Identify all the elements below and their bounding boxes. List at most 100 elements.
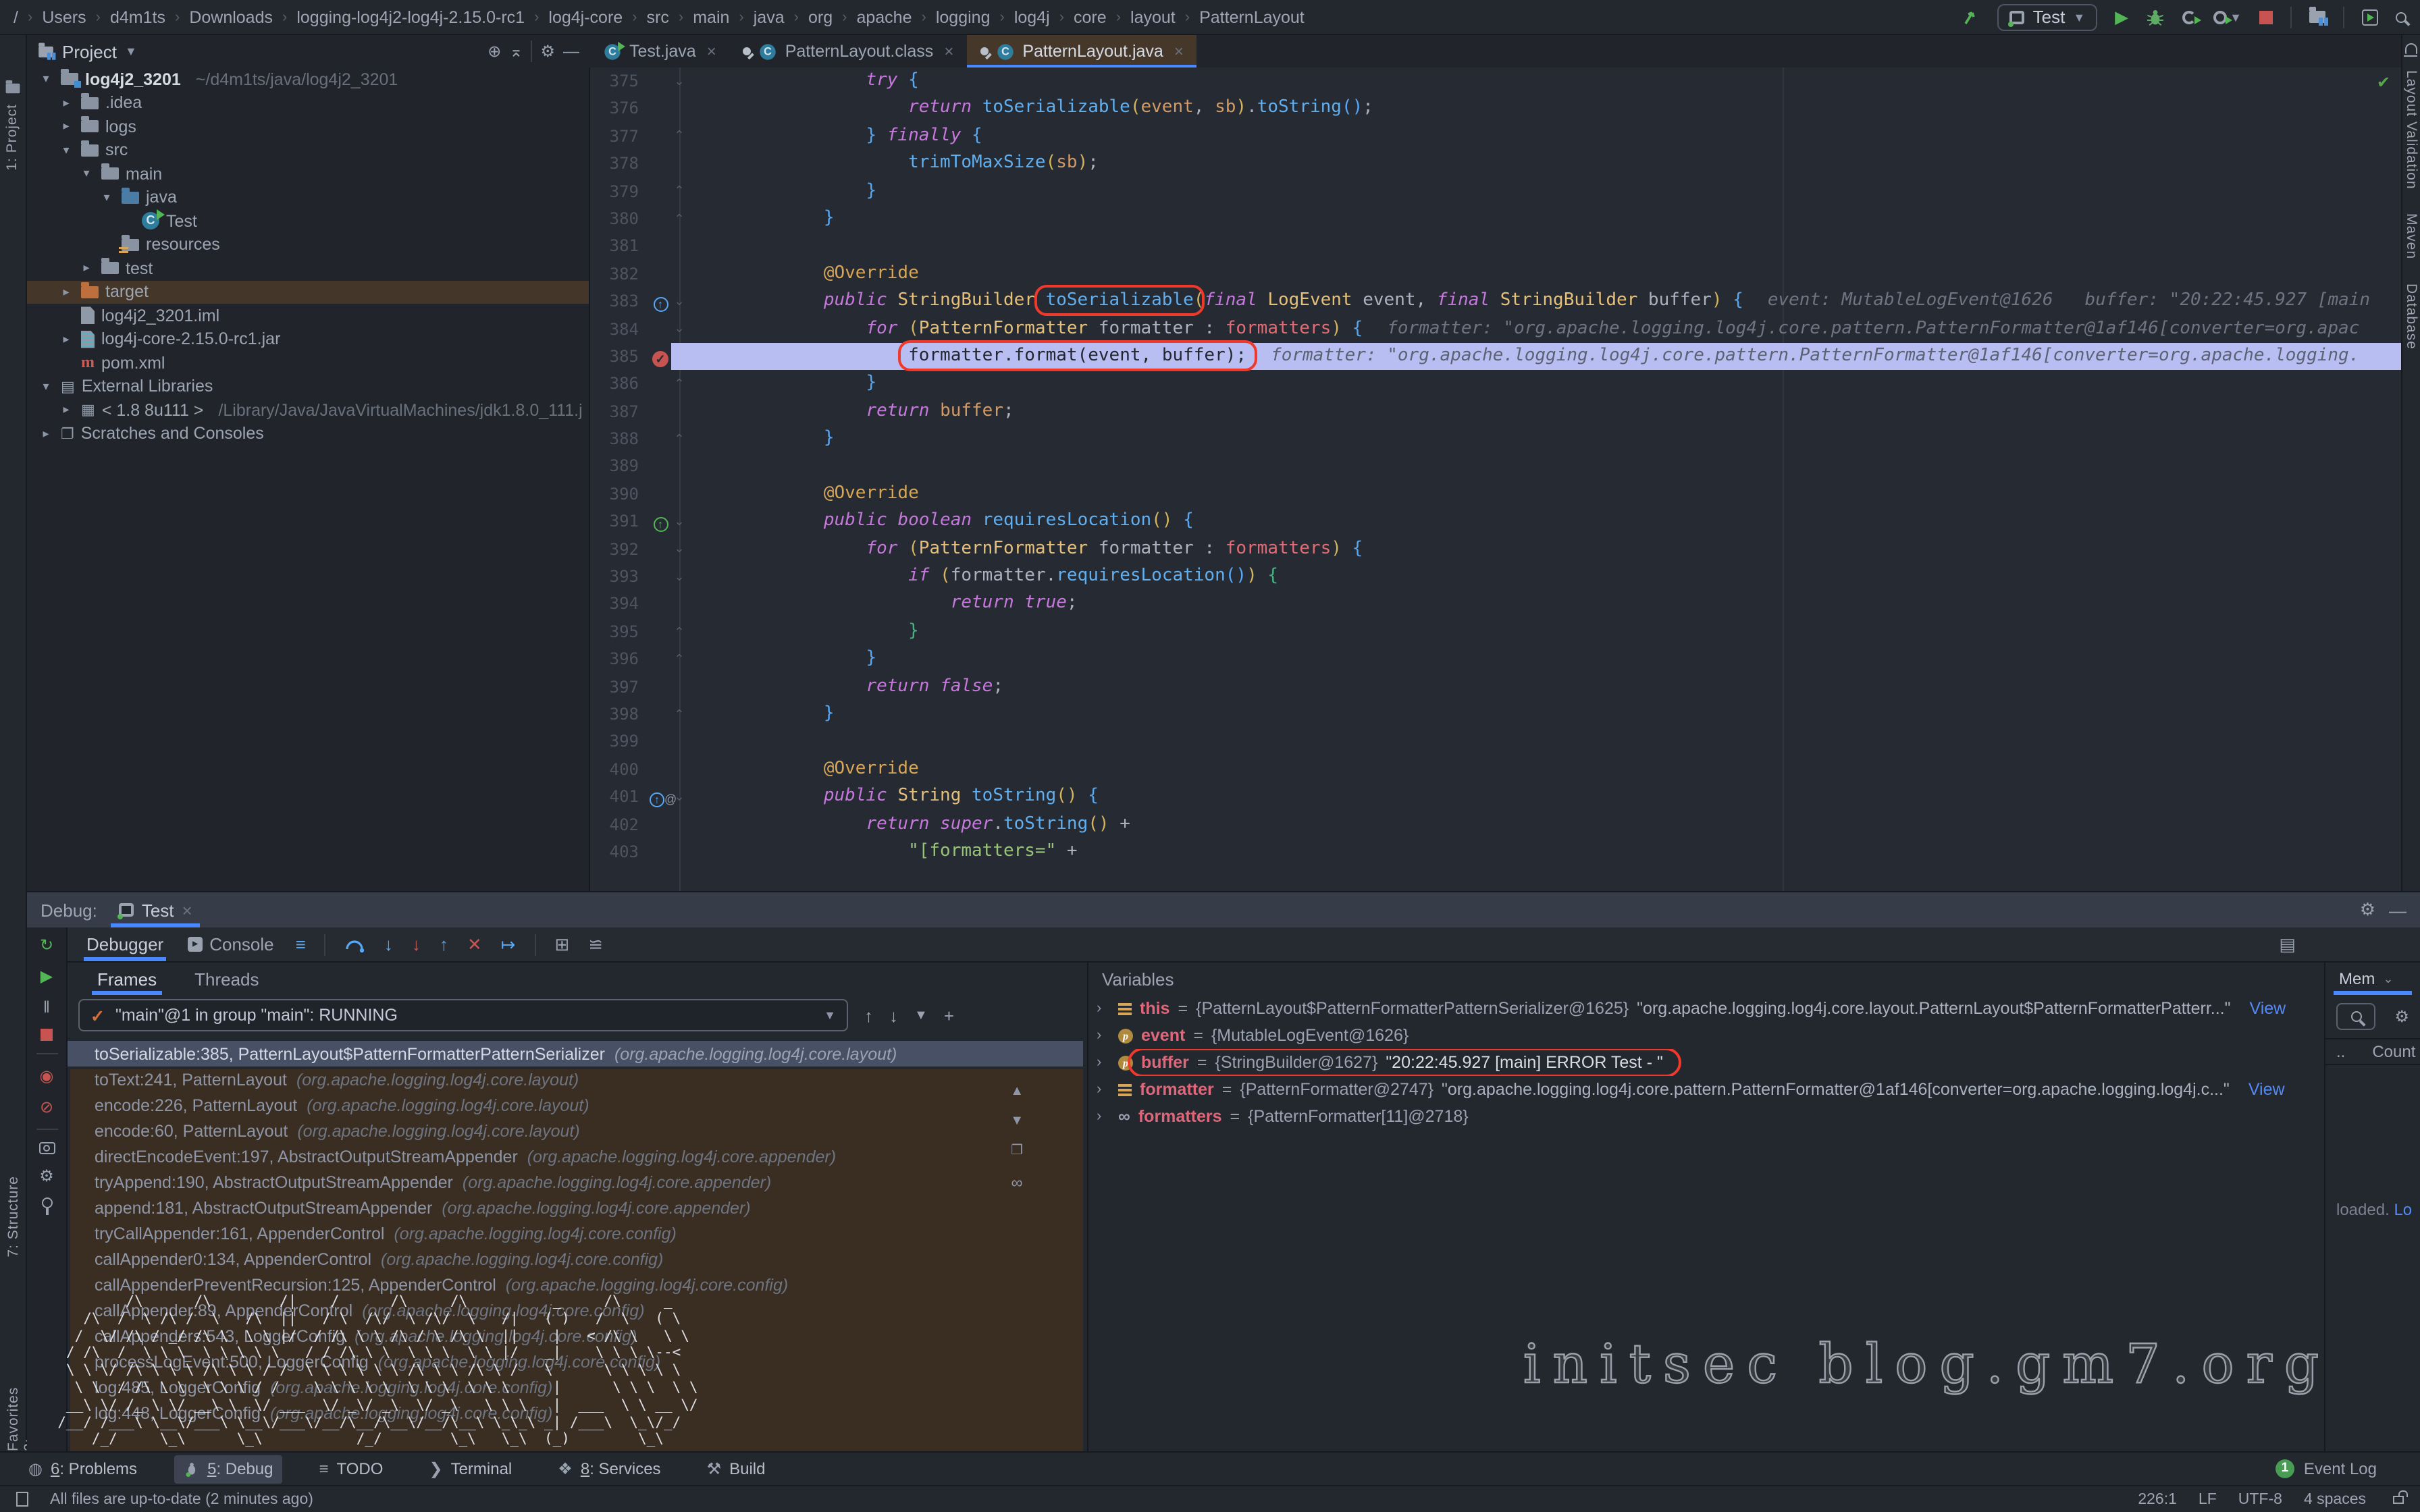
frame-row-encode-226[interactable]: encode:226, PatternLayout(org.apache.log… [68, 1092, 1083, 1118]
run-to-cursor-icon[interactable]: ↦ [501, 934, 516, 955]
run-configuration-select[interactable]: Test ▼ [1998, 3, 2098, 30]
code-line-382[interactable]: 382 @Override [590, 260, 2401, 288]
hide-panel-icon[interactable]: — [563, 42, 579, 61]
settings-icon[interactable]: ≌ [588, 934, 603, 955]
close-icon[interactable]: × [944, 42, 953, 61]
breadcrumb-item-users[interactable]: Users [42, 7, 86, 26]
code-line-400[interactable]: 400 @Override [590, 756, 2401, 784]
stop-button[interactable] [2259, 10, 2273, 24]
frame-row-callappender-89[interactable]: callAppender:89, AppenderControl(org.apa… [68, 1297, 1083, 1323]
tree-item-logs[interactable]: ▸logs [27, 115, 589, 138]
chevron-right-icon[interactable]: ▸ [38, 427, 54, 441]
collapse-all-icon[interactable]: ⌅ [509, 42, 523, 61]
tree-item-log4j2-3201[interactable]: ▾log4j2_3201~/d4m1ts/java/log4j2_3201 [27, 68, 589, 91]
chevron-right-icon[interactable]: ▸ [58, 403, 74, 418]
breakpoint-icon[interactable]: ✓ [652, 350, 668, 367]
expander-icon[interactable]: › [1097, 1027, 1110, 1044]
toolwindow-button-todo[interactable]: ≡TODO [310, 1455, 393, 1483]
layout-options-icon[interactable]: ≡ [296, 934, 306, 954]
breadcrumb-item-logging-log4j2-log4j-2-15-0-rc1[interactable]: logging-log4j2-log4j-2.15.0-rc1 [296, 7, 525, 26]
locate-file-icon[interactable]: ⊕ [488, 42, 501, 61]
mute-breakpoints-icon[interactable]: ⊘ [40, 1098, 53, 1116]
code-line-395[interactable]: 395⌃ } [590, 618, 2401, 646]
code-line-388[interactable]: 388⌃ } [590, 425, 2401, 453]
breadcrumb-item-layout[interactable]: layout [1130, 7, 1176, 26]
frame-row-callappenderpreventrecursion-125[interactable]: callAppenderPreventRecursion:125, Append… [68, 1272, 1083, 1297]
toolwindow-button-build[interactable]: ⚒Build [698, 1455, 775, 1483]
pin-icon[interactable] [41, 1197, 52, 1208]
breadcrumb-item-main[interactable]: main [693, 7, 729, 26]
code-line-402[interactable]: 402 return super.toString() + [590, 811, 2401, 838]
fold-open-icon[interactable]: ⌄ [671, 542, 687, 557]
notifications-icon[interactable] [2405, 43, 2417, 54]
inspections-ok-icon[interactable]: ✔ [2377, 73, 2390, 92]
frame-row-tryappend-190[interactable]: tryAppend:190, AbstractOutputStreamAppen… [68, 1169, 1083, 1195]
code-line-377[interactable]: 377⌃ } finally { [590, 123, 2401, 151]
running-windows-icon[interactable] [2362, 9, 2378, 25]
frame-row-append-181[interactable]: append:181, AbstractOutputStreamAppender… [68, 1195, 1083, 1220]
variable-row-formatter[interactable]: ›formatter = {PatternFormatter@2747} "or… [1088, 1076, 2323, 1103]
code-line-389[interactable]: 389 [590, 453, 2401, 481]
view-link[interactable]: View [2250, 999, 2286, 1018]
editor-tab-patternlayout-java[interactable]: CPatternLayout.java× [967, 35, 1197, 68]
code-line-392[interactable]: 392⌄ for (PatternFormatter formatter : f… [590, 535, 2401, 563]
code-line-376[interactable]: 376 return toSerializable(event, sb).toS… [590, 95, 2401, 123]
expander-icon[interactable]: › [1097, 1000, 1110, 1017]
tree-item-1-8-8u111[interactable]: ▸▦< 1.8 8u111 >/Library/Java/JavaVirtual… [27, 398, 589, 422]
code-line-401[interactable]: 401↑@⌄ public String toString() { [590, 783, 2401, 811]
code-editor[interactable]: 375⌄ try {376 return toSerializable(even… [590, 68, 2401, 891]
debug-settings-icon[interactable]: ⚙ [39, 1166, 54, 1185]
line-ending[interactable]: LF [2199, 1491, 2217, 1507]
frame-row-log-448[interactable]: log:448, LoggerConfig(org.apache.logging… [68, 1400, 1083, 1426]
memory-col-class[interactable]: .. [2336, 1042, 2345, 1061]
frame-row-trycallappender-161[interactable]: tryCallAppender:161, AppenderControl(org… [68, 1220, 1083, 1246]
frame-row-callappenders-543[interactable]: callAppenders:543, LoggerConfig(org.apac… [68, 1323, 1083, 1349]
force-step-into-icon[interactable]: ↓ [412, 934, 421, 954]
expander-icon[interactable]: › [1097, 1108, 1110, 1125]
fold-closed-icon[interactable]: ⌃ [671, 184, 687, 199]
breadcrumb-item-logging[interactable]: logging [936, 7, 991, 26]
code-line-387[interactable]: 387 return buffer; [590, 398, 2401, 425]
close-icon[interactable]: × [1174, 42, 1184, 61]
memory-search-input[interactable] [2336, 1003, 2375, 1030]
chevron-down-icon[interactable]: ▾ [78, 167, 95, 182]
variable-row-buffer[interactable]: ›pbuffer = {StringBuilder@1627} "20:22:4… [1088, 1049, 2323, 1076]
tree-item-target[interactable]: ▸target [27, 280, 589, 304]
scroll-down-icon[interactable]: ▼ [1010, 1114, 1024, 1129]
close-icon[interactable]: × [182, 900, 192, 920]
tree-item-main[interactable]: ▾main [27, 162, 589, 186]
chevron-right-icon[interactable]: ▸ [78, 261, 95, 276]
chevron-right-icon[interactable]: ▸ [58, 285, 74, 300]
tree-item-test[interactable]: CTest [27, 209, 589, 233]
variable-row-formatters[interactable]: ›∞formatters = {PatternFormatter[11]@271… [1088, 1103, 2323, 1130]
toolwindow-button-database[interactable]: Database [2403, 284, 2419, 350]
editor-tab-test-java[interactable]: CTest.java× [590, 35, 730, 68]
code-line-399[interactable]: 399 [590, 728, 2401, 756]
code-line-397[interactable]: 397 return false; [590, 673, 2401, 701]
code-line-381[interactable]: 381 [590, 233, 2401, 261]
indent-setting[interactable]: 4 spaces [2304, 1491, 2366, 1507]
rerun-icon[interactable]: ↻ [40, 936, 53, 954]
toolwindow-button-layout-validation[interactable]: Layout Validation [2403, 70, 2419, 190]
view-link[interactable]: View [2248, 1080, 2285, 1099]
tab-debugger[interactable]: Debugger [84, 927, 166, 961]
editor-tab-patternlayout-class[interactable]: CPatternLayout.class× [730, 35, 968, 68]
stop-icon[interactable] [41, 1029, 53, 1041]
fold-open-icon[interactable]: ⌄ [671, 74, 687, 88]
fold-closed-icon[interactable]: ⌃ [671, 707, 687, 722]
close-icon[interactable]: × [707, 42, 716, 61]
fold-closed-icon[interactable]: ⌃ [671, 377, 687, 392]
tab-threads[interactable]: Threads [194, 963, 259, 995]
tree-item-external-libraries[interactable]: ▾▤External Libraries [27, 375, 589, 398]
breadcrumb-item-src[interactable]: src [647, 7, 669, 26]
code-line-394[interactable]: 394 return true; [590, 591, 2401, 618]
override-marker-icon[interactable]: ↑ [653, 297, 668, 312]
hide-panel-icon[interactable]: — [2389, 900, 2406, 920]
code-line-391[interactable]: 391↑⌄ public boolean requiresLocation() … [590, 508, 2401, 536]
expander-icon[interactable]: › [1097, 1054, 1110, 1071]
tree-item-log4j2-3201-iml[interactable]: log4j2_3201.iml [27, 304, 589, 327]
fold-open-icon[interactable]: ⌄ [671, 294, 687, 309]
debug-button[interactable] [2146, 7, 2165, 26]
tree-item-idea[interactable]: ▸.idea [27, 91, 589, 115]
fold-open-icon[interactable]: ⌄ [671, 321, 687, 336]
